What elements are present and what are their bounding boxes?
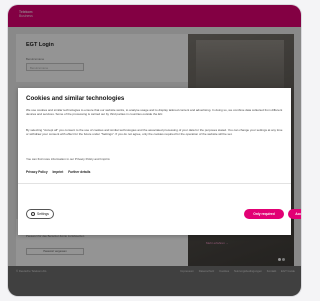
- cookie-paragraph: We use cookies and similar technologies …: [26, 108, 283, 117]
- cookie-paragraph: You can find more information in our Pri…: [26, 157, 111, 161]
- cookie-links: Privacy Policy Imprint Further details: [26, 170, 94, 174]
- gear-icon: [31, 212, 36, 216]
- accept-all-button[interactable]: Accept all: [288, 209, 301, 219]
- divider: [18, 183, 291, 184]
- privacy-policy-link[interactable]: Privacy Policy: [26, 170, 48, 174]
- browser-frame: Telekom Business EGT Login Benutzername …: [8, 5, 301, 296]
- cookie-dialog: Cookies and similar technologies We use …: [18, 88, 301, 235]
- only-required-button[interactable]: Only required: [244, 209, 284, 219]
- settings-label: Settings: [37, 212, 49, 216]
- cookie-paragraph: By selecting "Accept all" you consent to…: [26, 128, 283, 137]
- settings-button[interactable]: Settings: [26, 209, 54, 219]
- cookie-title: Cookies and similar technologies: [26, 95, 125, 102]
- imprint-link[interactable]: Imprint: [53, 170, 64, 174]
- further-details-link[interactable]: Further details: [68, 170, 90, 174]
